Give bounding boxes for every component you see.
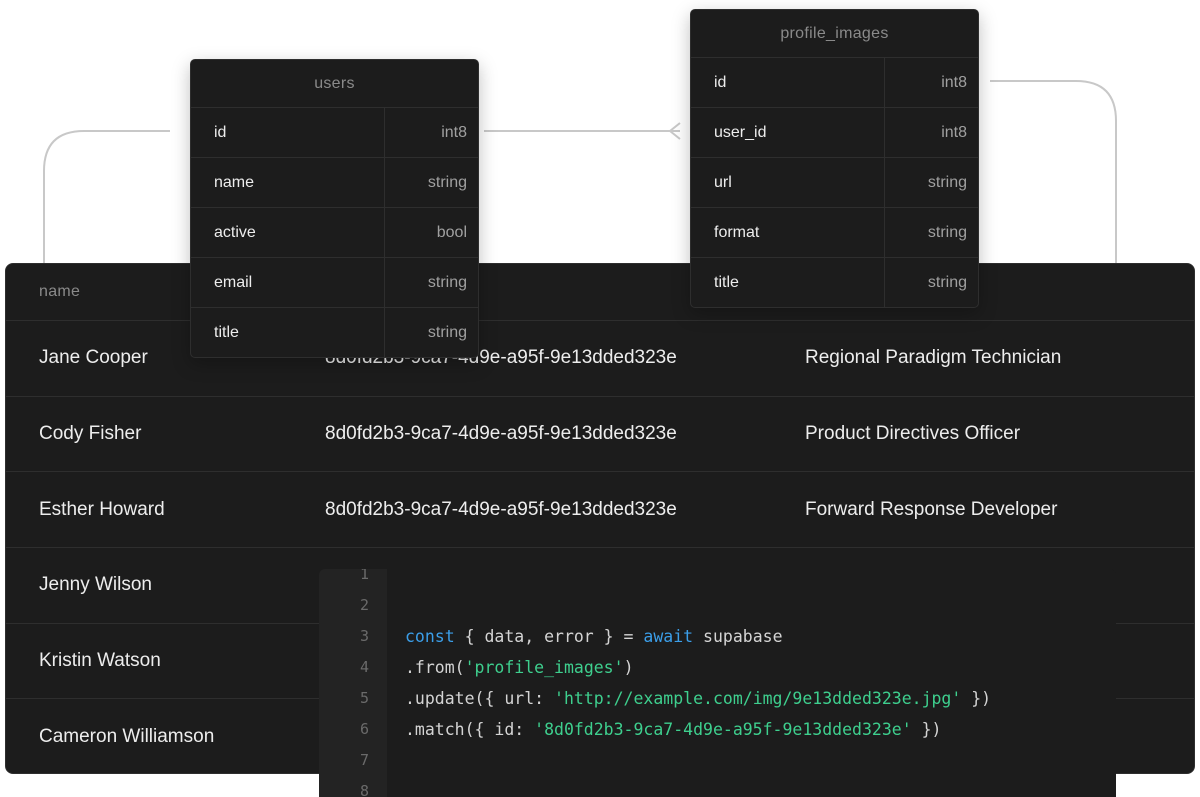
- column-field: id: [691, 58, 885, 107]
- keyword-token: await: [643, 627, 694, 646]
- code-line[interactable]: 5 .update({ url: 'http://example.com/img…: [319, 683, 1116, 714]
- code-line[interactable]: 4 .from('profile_images'): [319, 652, 1116, 683]
- code-editor[interactable]: 1 2 3 const { data, error } = await supa…: [319, 569, 1116, 797]
- schema-column-row[interactable]: name string: [191, 158, 478, 208]
- line-number: 4: [359, 658, 369, 676]
- users-table-card[interactable]: users id int8 name string active bool em…: [190, 59, 479, 358]
- grid-header: name: [6, 264, 1194, 321]
- profile-images-table-card[interactable]: profile_images id int8 user_id int8 url …: [690, 9, 979, 308]
- table-row[interactable]: Jane Cooper 8d0fd2b3-9ca7-4d9e-a95f-9e13…: [6, 321, 1194, 397]
- schema-column-row[interactable]: title string: [691, 258, 978, 307]
- column-field: name: [191, 158, 385, 207]
- column-header-name[interactable]: name: [6, 283, 80, 301]
- column-type: string: [427, 324, 467, 341]
- code-text: .update({ url: 'http://example.com/img/9…: [405, 683, 991, 714]
- code-token: .from(: [405, 658, 465, 677]
- code-token: .match({ id:: [405, 720, 535, 739]
- column-field: title: [691, 258, 885, 307]
- code-line[interactable]: 1: [319, 569, 1116, 590]
- cell-title[interactable]: Forward Response Developer: [805, 499, 1057, 521]
- table-name: users: [191, 60, 478, 108]
- code-line[interactable]: 6 .match({ id: '8d0fd2b3-9ca7-4d9e-a95f-…: [319, 714, 1116, 745]
- column-field: id: [191, 108, 385, 157]
- column-type: string: [927, 224, 967, 241]
- schema-column-row[interactable]: id int8: [191, 108, 478, 158]
- schema-column-row[interactable]: url string: [691, 158, 978, 208]
- code-line[interactable]: 8: [319, 776, 1116, 797]
- cell-name[interactable]: Jane Cooper: [39, 347, 148, 369]
- cell-name[interactable]: Cameron Williamson: [39, 726, 214, 748]
- cell-id[interactable]: 8d0fd2b3-9ca7-4d9e-a95f-9e13dded323e: [325, 423, 677, 445]
- line-number: 1: [359, 569, 369, 583]
- string-token: 'http://example.com/img/9e13dded323e.jpg…: [554, 689, 962, 708]
- code-token: }): [911, 720, 942, 739]
- string-token: 'profile_images': [464, 658, 624, 677]
- code-token: { data, error } =: [454, 627, 644, 646]
- table-row[interactable]: Cody Fisher 8d0fd2b3-9ca7-4d9e-a95f-9e13…: [6, 397, 1194, 473]
- schema-column-row[interactable]: user_id int8: [691, 108, 978, 158]
- column-field: format: [691, 208, 885, 257]
- code-token: supabase: [693, 627, 783, 646]
- table-row[interactable]: Esther Howard 8d0fd2b3-9ca7-4d9e-a95f-9e…: [6, 472, 1194, 549]
- column-field: email: [191, 258, 385, 307]
- cell-name[interactable]: Esther Howard: [39, 499, 165, 521]
- column-field: title: [191, 308, 385, 357]
- schema-column-row[interactable]: active bool: [191, 208, 478, 258]
- column-type: string: [927, 174, 967, 191]
- column-type: string: [427, 274, 467, 291]
- column-type: int8: [941, 124, 967, 141]
- line-number: 6: [359, 720, 369, 738]
- column-type: int8: [441, 124, 467, 141]
- schema-column-row[interactable]: id int8: [691, 58, 978, 108]
- column-field: user_id: [691, 108, 885, 157]
- code-text: .from('profile_images'): [405, 652, 634, 683]
- code-token: .update({ url:: [405, 689, 555, 708]
- cell-title[interactable]: Product Directives Officer: [805, 423, 1020, 445]
- line-number: 3: [359, 627, 369, 645]
- line-number: 5: [359, 689, 369, 707]
- column-field: active: [191, 208, 385, 257]
- column-type: int8: [941, 74, 967, 91]
- line-number: 2: [359, 596, 369, 614]
- schema-visualizer: name Jane Cooper 8d0fd2b3-9ca7-4d9e-a95f…: [0, 0, 1200, 797]
- code-line[interactable]: 7: [319, 745, 1116, 776]
- cell-name[interactable]: Jenny Wilson: [39, 574, 152, 596]
- column-type: bool: [436, 224, 467, 241]
- keyword-token: const: [405, 627, 455, 646]
- code-text: const { data, error } = await supabase: [405, 621, 783, 652]
- code-line[interactable]: 2: [319, 590, 1116, 621]
- line-number: 8: [359, 782, 369, 797]
- users-left-connector: [43, 130, 170, 263]
- code-token: ): [623, 658, 634, 677]
- profile-images-right-connector: [990, 80, 1117, 263]
- column-field: url: [691, 158, 885, 207]
- code-token: }): [961, 689, 992, 708]
- code-text: .match({ id: '8d0fd2b3-9ca7-4d9e-a95f-9e…: [405, 714, 941, 745]
- cell-name[interactable]: Kristin Watson: [39, 650, 161, 672]
- string-token: '8d0fd2b3-9ca7-4d9e-a95f-9e13dded323e': [534, 720, 912, 739]
- table-name: profile_images: [691, 10, 978, 58]
- column-type: string: [427, 174, 467, 191]
- schema-column-row[interactable]: title string: [191, 308, 478, 357]
- schema-column-row[interactable]: email string: [191, 258, 478, 308]
- cell-id[interactable]: 8d0fd2b3-9ca7-4d9e-a95f-9e13dded323e: [325, 499, 677, 521]
- schema-column-row[interactable]: format string: [691, 208, 978, 258]
- cell-name[interactable]: Cody Fisher: [39, 423, 141, 445]
- column-type: string: [927, 274, 967, 291]
- code-line[interactable]: 3 const { data, error } = await supabase: [319, 621, 1116, 652]
- cell-title[interactable]: Regional Paradigm Technician: [805, 347, 1061, 369]
- line-number: 7: [359, 751, 369, 769]
